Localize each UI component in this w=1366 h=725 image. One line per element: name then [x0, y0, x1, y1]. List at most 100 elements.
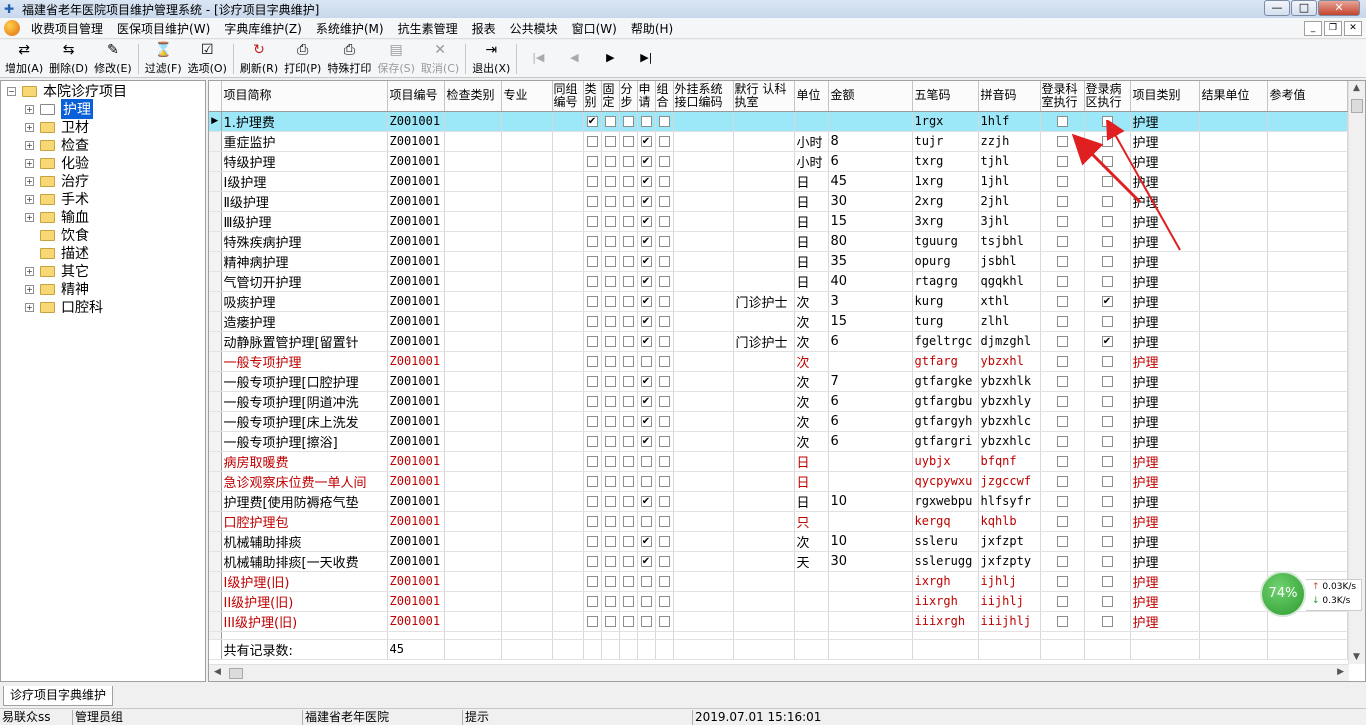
- cell-amount[interactable]: 45: [828, 171, 913, 192]
- cell-ward-exec[interactable]: [1084, 431, 1131, 452]
- checkbox[interactable]: [586, 515, 598, 527]
- cell-exam-type[interactable]: [444, 431, 502, 452]
- cell-wubi[interactable]: kurg: [912, 291, 979, 312]
- checkbox[interactable]: [622, 555, 634, 567]
- cell-name[interactable]: 机械辅助排痰[一天收费: [221, 551, 388, 572]
- cell-apply[interactable]: ✔: [637, 331, 656, 352]
- cell-step[interactable]: [619, 611, 638, 632]
- cell-exam-type[interactable]: [444, 551, 502, 572]
- cell-pinyin[interactable]: jsbhl: [978, 251, 1041, 272]
- cell-result-unit[interactable]: [1199, 491, 1268, 512]
- cell-unit[interactable]: 只: [794, 511, 829, 532]
- cell-result-unit[interactable]: [1199, 351, 1268, 372]
- cell-dept-exec[interactable]: [1040, 311, 1085, 332]
- cell-pinyin[interactable]: ybzxhly: [978, 391, 1041, 412]
- row-indicator[interactable]: [209, 291, 222, 312]
- cell-result-unit[interactable]: [1199, 131, 1268, 152]
- table-row[interactable]: 气管切开护理 Z001001 ✔ 日 40 rtagrg qgqkhl 护理: [209, 271, 1348, 292]
- tree-item[interactable]: + 输血: [25, 208, 89, 226]
- cell-step[interactable]: [619, 211, 638, 232]
- cell-wubi[interactable]: iixrgh: [912, 591, 979, 612]
- cell-category[interactable]: [583, 251, 602, 272]
- cell-dept-exec[interactable]: [1040, 511, 1085, 532]
- cell-default-exec[interactable]: [733, 211, 795, 232]
- cell-unit[interactable]: 日: [794, 171, 829, 192]
- cell-group-no[interactable]: [552, 251, 584, 272]
- cell-group-no[interactable]: [552, 271, 584, 292]
- cell-name[interactable]: 动静脉置管护理[留置针: [221, 331, 388, 352]
- checkbox[interactable]: [604, 615, 616, 627]
- checkbox[interactable]: [604, 195, 616, 207]
- checkbox[interactable]: [604, 475, 616, 487]
- checkbox[interactable]: [1056, 275, 1068, 287]
- cell-exam-type[interactable]: [444, 611, 502, 632]
- col-header[interactable]: 单位: [794, 81, 829, 112]
- cell-fixed[interactable]: [601, 491, 620, 512]
- cell-default-exec[interactable]: [733, 351, 795, 372]
- cell-dept-exec[interactable]: [1040, 471, 1085, 492]
- checkbox[interactable]: ✔: [640, 375, 652, 387]
- row-indicator[interactable]: [209, 151, 222, 172]
- checkbox[interactable]: [1101, 535, 1113, 547]
- checkbox[interactable]: [640, 515, 652, 527]
- cell-reference[interactable]: [1267, 431, 1348, 452]
- cell-unit[interactable]: 次: [794, 411, 829, 432]
- cell-reference[interactable]: [1267, 371, 1348, 392]
- cell-unit[interactable]: [794, 571, 829, 592]
- row-indicator[interactable]: [209, 391, 222, 412]
- cell-exam-type[interactable]: [444, 331, 502, 352]
- delete-button[interactable]: ⇆ 删除(D): [46, 40, 91, 76]
- mdi-minimize-button[interactable]: _: [1304, 21, 1322, 36]
- checkbox[interactable]: [1056, 615, 1068, 627]
- menu-dictionary[interactable]: 字典库维护(Z): [217, 20, 309, 37]
- cell-combo[interactable]: [655, 111, 674, 132]
- checkbox[interactable]: [586, 575, 598, 587]
- cell-default-exec[interactable]: [733, 311, 795, 332]
- cell-interface-code[interactable]: [673, 511, 734, 532]
- cell-fixed[interactable]: [601, 431, 620, 452]
- cell-apply[interactable]: ✔: [637, 371, 656, 392]
- cell-unit[interactable]: 次: [794, 351, 829, 372]
- cell-wubi[interactable]: tguurg: [912, 231, 979, 252]
- cell-ward-exec[interactable]: ✔: [1084, 331, 1131, 352]
- checkbox[interactable]: [658, 435, 670, 447]
- cell-result-unit[interactable]: [1199, 391, 1268, 412]
- checkbox[interactable]: [622, 375, 634, 387]
- checkbox[interactable]: [640, 115, 652, 127]
- cell-interface-code[interactable]: [673, 211, 734, 232]
- cell-combo[interactable]: [655, 471, 674, 492]
- cell-fixed[interactable]: [601, 191, 620, 212]
- cell-name[interactable]: Ⅱ级护理: [221, 191, 388, 212]
- cell-unit[interactable]: [794, 111, 829, 132]
- cell-amount[interactable]: 10: [828, 491, 913, 512]
- checkbox[interactable]: ✔: [640, 195, 652, 207]
- cell-amount[interactable]: 8: [828, 131, 913, 152]
- cell-combo[interactable]: [655, 351, 674, 372]
- cell-exam-type[interactable]: [444, 131, 502, 152]
- cell-ward-exec[interactable]: [1084, 531, 1131, 552]
- cell-default-exec[interactable]: [733, 391, 795, 412]
- filter-button[interactable]: ⌛ 过滤(F): [142, 40, 185, 76]
- tree-item[interactable]: + 口腔科: [25, 298, 103, 316]
- row-indicator[interactable]: [209, 231, 222, 252]
- checkbox[interactable]: ✔: [640, 335, 652, 347]
- cell-name[interactable]: 造瘘护理: [221, 311, 388, 332]
- menu-charge-items[interactable]: 收费项目管理: [24, 20, 110, 37]
- cell-code[interactable]: Z001001: [387, 151, 445, 172]
- cell-step[interactable]: [619, 111, 638, 132]
- cell-unit[interactable]: 日: [794, 231, 829, 252]
- cell-step[interactable]: [619, 171, 638, 192]
- cell-wubi[interactable]: rtagrg: [912, 271, 979, 292]
- cell-reference[interactable]: [1267, 231, 1348, 252]
- cell-amount[interactable]: [828, 351, 913, 372]
- col-header[interactable]: 分步: [619, 81, 638, 112]
- cell-reference[interactable]: [1267, 271, 1348, 292]
- expand-icon[interactable]: +: [25, 176, 34, 186]
- checkbox[interactable]: [586, 275, 598, 287]
- cell-result-unit[interactable]: [1199, 251, 1268, 272]
- menu-insurance[interactable]: 医保项目维护(W): [110, 20, 217, 37]
- checkbox[interactable]: [586, 595, 598, 607]
- cell-result-unit[interactable]: [1199, 591, 1268, 612]
- checkbox[interactable]: [1101, 315, 1113, 327]
- checkbox[interactable]: [658, 395, 670, 407]
